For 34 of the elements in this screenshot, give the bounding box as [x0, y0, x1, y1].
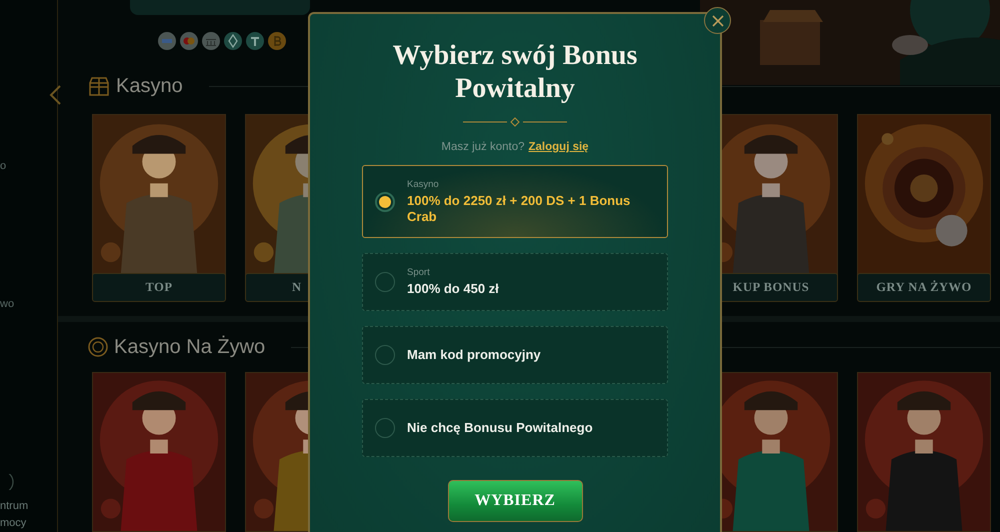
sidebar-item[interactable]: o [0, 159, 6, 173]
t-coin-icon [246, 32, 264, 50]
option-category: Sport [407, 267, 431, 278]
section-title: Kasyno [116, 74, 183, 98]
chest-icon [88, 76, 110, 96]
chevron-left-icon[interactable] [49, 85, 61, 105]
login-link[interactable]: Zaloguj się [528, 141, 589, 153]
section-title: Kasyno Na Żywo [114, 336, 266, 358]
bonus-option[interactable]: Nie chcę Bonusu Powitalnego [362, 399, 668, 457]
login-prompt: Masz już konto? [441, 141, 525, 153]
dialog-title: Wybierz swój Bonus Powitalny [392, 39, 638, 105]
help-link[interactable]: ntrum mocy [0, 498, 28, 532]
choose-button[interactable]: WYBIERZ [448, 480, 582, 522]
card-logo-icon [158, 32, 176, 50]
option-title: Mam kod promocyjny [407, 347, 541, 363]
chip-icon [88, 337, 108, 357]
close-icon [712, 14, 724, 26]
bonus-option[interactable]: Kasyno 100% do 2250 zł + 200 DS + 1 Bonus Crab [362, 165, 668, 238]
bonus-option[interactable]: Mam kod promocyjny [362, 326, 668, 384]
category-tab[interactable]: GRY NA ŻYWO [857, 273, 991, 302]
card-logo-icon [180, 32, 198, 50]
category-tab[interactable]: TOP [92, 273, 226, 302]
radio-button[interactable] [375, 192, 395, 212]
radio-button[interactable] [375, 345, 395, 365]
bonus-option[interactable]: Sport 100% do 450 zł [362, 253, 668, 311]
coin-icon [268, 32, 286, 50]
radio-button[interactable] [375, 272, 395, 292]
radio-button[interactable] [375, 418, 395, 438]
option-title: 100% do 450 zł [407, 281, 499, 297]
option-category: Kasyno [407, 178, 440, 190]
bank-icon [202, 32, 220, 50]
sidebar-item[interactable]: wo [0, 297, 14, 311]
option-title: 100% do 2250 zł + 200 DS + 1 Bonus Crab [407, 192, 632, 224]
option-title: Nie chcę Bonusu Powitalnego [407, 420, 593, 436]
